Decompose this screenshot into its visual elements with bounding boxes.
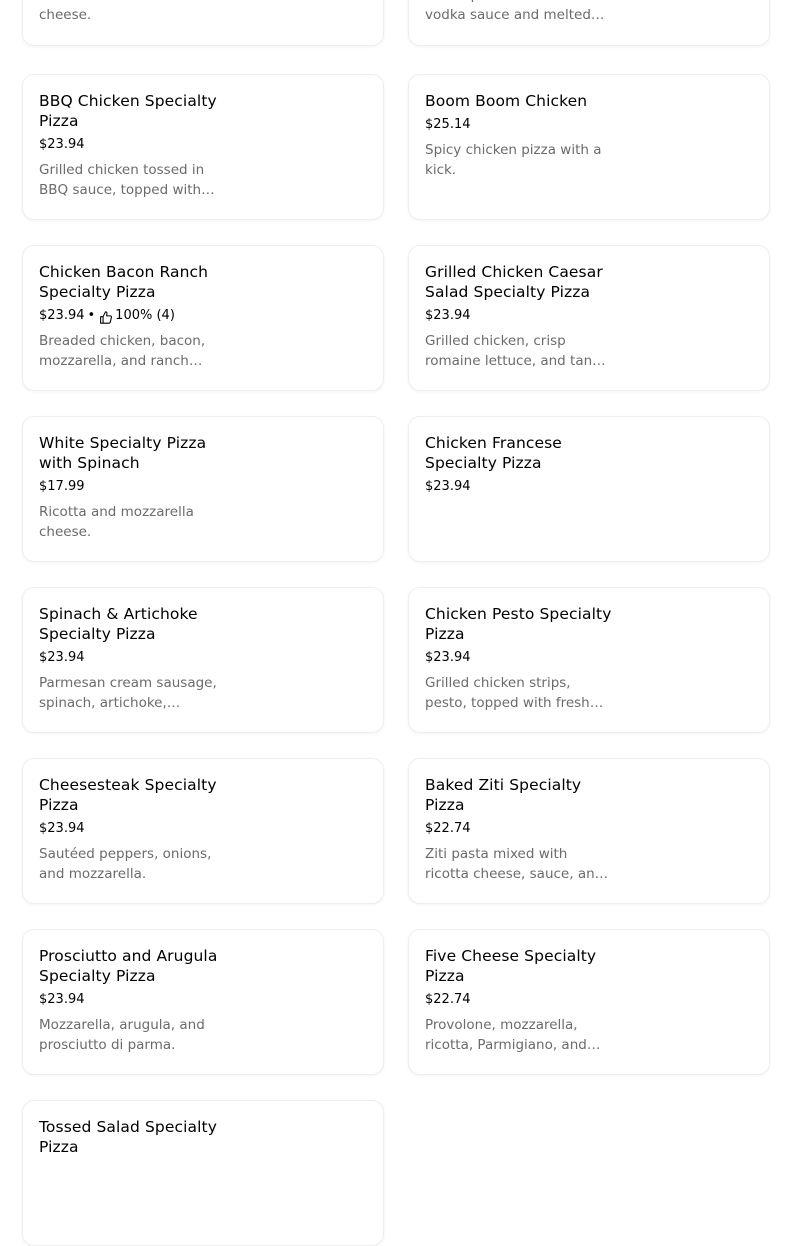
menu-item-card[interactable]: Spinach & Artichoke Specialty Pizza $23.… bbox=[22, 587, 384, 733]
item-description: Provolone, mozzarella, ricotta, Parmigia… bbox=[425, 1017, 587, 1053]
item-description: Grilled chicken, crisp romaine lettuce, … bbox=[425, 333, 609, 369]
item-title: Chicken Pesto Specialty Pizza bbox=[425, 605, 612, 643]
item-description: Grilled chicken strips, pesto, topped wi… bbox=[425, 675, 590, 711]
item-description: Ricotta and mozzarella cheese. bbox=[39, 0, 194, 23]
item-title: Cheesesteak Specialty Pizza bbox=[39, 776, 217, 814]
item-price: $25.14 bbox=[425, 117, 471, 132]
menu-item-card[interactable]: Chicken Pesto Specialty Pizza $23.94 Gri… bbox=[408, 587, 770, 733]
item-title: Five Cheese Specialty Pizza bbox=[425, 947, 597, 985]
item-price: $22.74 bbox=[425, 821, 471, 836]
item-description: Parmesan cream sausage, spinach, articho… bbox=[39, 675, 217, 711]
item-price: $23.94 bbox=[39, 992, 85, 1007]
item-price: $17.99 bbox=[39, 479, 85, 494]
item-description: Mozzarella, arugula, and prosciutto di p… bbox=[39, 1017, 205, 1053]
item-title: White Specialty Pizza with Spinach bbox=[39, 434, 207, 472]
menu-item-card[interactable]: Boom Boom Chicken $25.14 Spicy chicken p… bbox=[408, 74, 770, 220]
item-title: Tossed Salad Specialty Pizza bbox=[39, 1118, 217, 1156]
item-price: $23.94 bbox=[39, 308, 85, 323]
menu-item-card[interactable]: Cheesesteak Specialty Pizza $23.94 Sauté… bbox=[22, 758, 384, 904]
item-description: Ricotta and mozzarella cheese. bbox=[39, 504, 194, 540]
menu-item-card[interactable]: Ricotta and mozzarella cheese. bbox=[22, 0, 384, 46]
item-title: Chicken Bacon Ranch Specialty Pizza bbox=[39, 263, 209, 301]
item-price: $22.74 bbox=[425, 992, 471, 1007]
menu-item-card[interactable]: Tossed Salad Specialty Pizza bbox=[22, 1100, 384, 1246]
rating-separator: • bbox=[87, 308, 96, 323]
item-title: Prosciutto and Arugula Specialty Pizza bbox=[39, 947, 218, 985]
item-price: $23.94 bbox=[425, 479, 471, 494]
item-description: Ziti pasta mixed with ricotta cheese, sa… bbox=[425, 846, 604, 882]
item-price: $23.94 bbox=[39, 137, 85, 152]
menu-item-card[interactable]: Prosciutto and Arugula Specialty Pizza $… bbox=[22, 929, 384, 1075]
item-meta: $23.94 • 100% (4) bbox=[39, 307, 227, 325]
menu-item-card[interactable]: Baked Ziti Specialty Pizza $22.74 Ziti p… bbox=[408, 758, 770, 904]
menu-item-card[interactable]: Five Cheese Specialty Pizza $22.74 Provo… bbox=[408, 929, 770, 1075]
item-title: Boom Boom Chicken bbox=[425, 92, 588, 110]
item-price: $23.94 bbox=[425, 650, 471, 665]
item-description: Breaded chicken, bacon, mozzarella, and … bbox=[39, 333, 206, 369]
item-title: Chicken Francese Specialty Pizza bbox=[425, 434, 562, 472]
item-price: $23.94 bbox=[39, 821, 85, 836]
item-title: Spinach & Artichoke Specialty Pizza bbox=[39, 605, 198, 643]
item-price: $23.94 bbox=[39, 650, 85, 665]
menu-item-card[interactable]: Grilled Chicken Caesar Salad Specialty P… bbox=[408, 245, 770, 391]
menu-item-card[interactable]: Penne pasta tossed with vodka sauce and … bbox=[408, 0, 770, 46]
menu-item-card[interactable]: White Specialty Pizza with Spinach $17.9… bbox=[22, 416, 384, 562]
menu-item-card[interactable]: BBQ Chicken Specialty Pizza $23.94 Grill… bbox=[22, 74, 384, 220]
item-price: $23.94 bbox=[425, 308, 471, 323]
item-description: Sautéed peppers, onions, and mozzarella. bbox=[39, 846, 212, 882]
item-description: Spicy chicken pizza with a kick. bbox=[425, 142, 602, 178]
menu-item-card[interactable]: Chicken Bacon Ranch Specialty Pizza $23.… bbox=[22, 245, 384, 391]
item-title: Grilled Chicken Caesar Salad Specialty P… bbox=[425, 263, 603, 301]
menu-item-card[interactable]: Chicken Francese Specialty Pizza $23.94 bbox=[408, 416, 770, 562]
item-description: Penne pasta tossed with vodka sauce and … bbox=[425, 0, 591, 23]
item-description: Grilled chicken tossed in BBQ sauce, top… bbox=[39, 162, 205, 198]
item-title: Baked Ziti Specialty Pizza bbox=[425, 776, 582, 814]
item-title: BBQ Chicken Specialty Pizza bbox=[39, 92, 217, 130]
thumbs-up-icon bbox=[100, 310, 113, 324]
item-rating: 100% (4) bbox=[115, 308, 175, 323]
